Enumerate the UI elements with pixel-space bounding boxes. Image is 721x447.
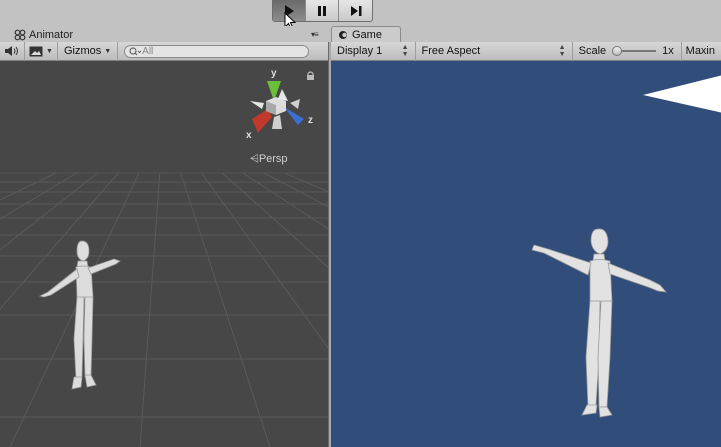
tab-animator-label: Animator — [29, 28, 74, 41]
game-view[interactable] — [331, 61, 721, 447]
maximize-label: Maxin — [685, 45, 715, 57]
projection-label: Persp — [258, 153, 288, 165]
scene-character-model[interactable] — [36, 239, 126, 409]
step-icon — [350, 5, 361, 16]
tab-game-label: Game — [352, 29, 382, 41]
search-icon — [129, 46, 142, 55]
display-label: Display 1 — [337, 45, 383, 57]
effects-toggle[interactable]: ▼ — [25, 41, 58, 61]
animator-icon — [14, 29, 26, 40]
scene-view[interactable]: y x z ⩤Persp — [0, 61, 328, 447]
audio-toggle[interactable] — [0, 41, 25, 61]
image-icon — [29, 46, 43, 56]
aspect-label: Free Aspect — [421, 45, 481, 57]
step-button[interactable] — [339, 0, 372, 21]
scale-slider-thumb[interactable] — [612, 46, 623, 56]
scale-value: 1x — [662, 45, 674, 57]
scene-search-input[interactable]: All — [124, 44, 310, 58]
lock-icon[interactable] — [306, 71, 315, 81]
game-toolbar: Display 1 ▲ ▼ Free Aspect ▲ ▼ Scale 1x Max… — [331, 41, 721, 61]
projection-toggle[interactable]: ⩤Persp — [250, 153, 288, 166]
light-shape — [643, 75, 721, 113]
search-placeholder: All — [142, 45, 154, 57]
chevron-down-icon: ▼ — [46, 47, 53, 55]
scale-label: Scale — [578, 45, 607, 57]
game-icon — [339, 31, 347, 39]
pause-icon — [318, 5, 326, 16]
scene-toolbar: ▼ Gizmos ▼ All — [0, 41, 328, 61]
game-character-model — [531, 228, 667, 418]
perspective-icon: ⩤ — [250, 153, 259, 165]
gizmos-label: Gizmos — [63, 45, 102, 57]
unity-editor: Animator ▾≡ Game ▼ Gizmos ▼ All Display … — [0, 0, 721, 447]
play-toolbar — [0, 0, 721, 30]
gizmo-z-label: z — [308, 115, 313, 126]
gizmo-x-label: x — [246, 130, 252, 141]
pause-button[interactable] — [306, 0, 339, 21]
scale-slider[interactable] — [612, 46, 657, 56]
scale-control: Scale 1x — [573, 41, 682, 61]
tab-game[interactable]: Game — [331, 26, 401, 43]
speaker-icon — [5, 46, 18, 56]
updown-arrows-icon: ▲ ▼ — [401, 44, 409, 58]
updown-arrows-icon: ▲ ▼ — [558, 44, 566, 58]
aspect-dropdown[interactable]: Free Aspect ▲ ▼ — [416, 41, 573, 61]
gizmo-y-label: y — [271, 68, 277, 79]
panel-menu-icon[interactable]: ▾≡ — [311, 30, 319, 39]
gizmos-dropdown[interactable]: Gizmos ▼ — [58, 41, 119, 61]
chevron-down-icon: ▼ — [104, 47, 112, 55]
tab-row: Animator ▾≡ Game — [0, 26, 721, 43]
maximize-on-play-toggle[interactable]: Maxin — [682, 42, 721, 61]
tab-animator[interactable]: Animator — [14, 27, 73, 42]
display-dropdown[interactable]: Display 1 ▲ ▼ — [331, 41, 416, 61]
